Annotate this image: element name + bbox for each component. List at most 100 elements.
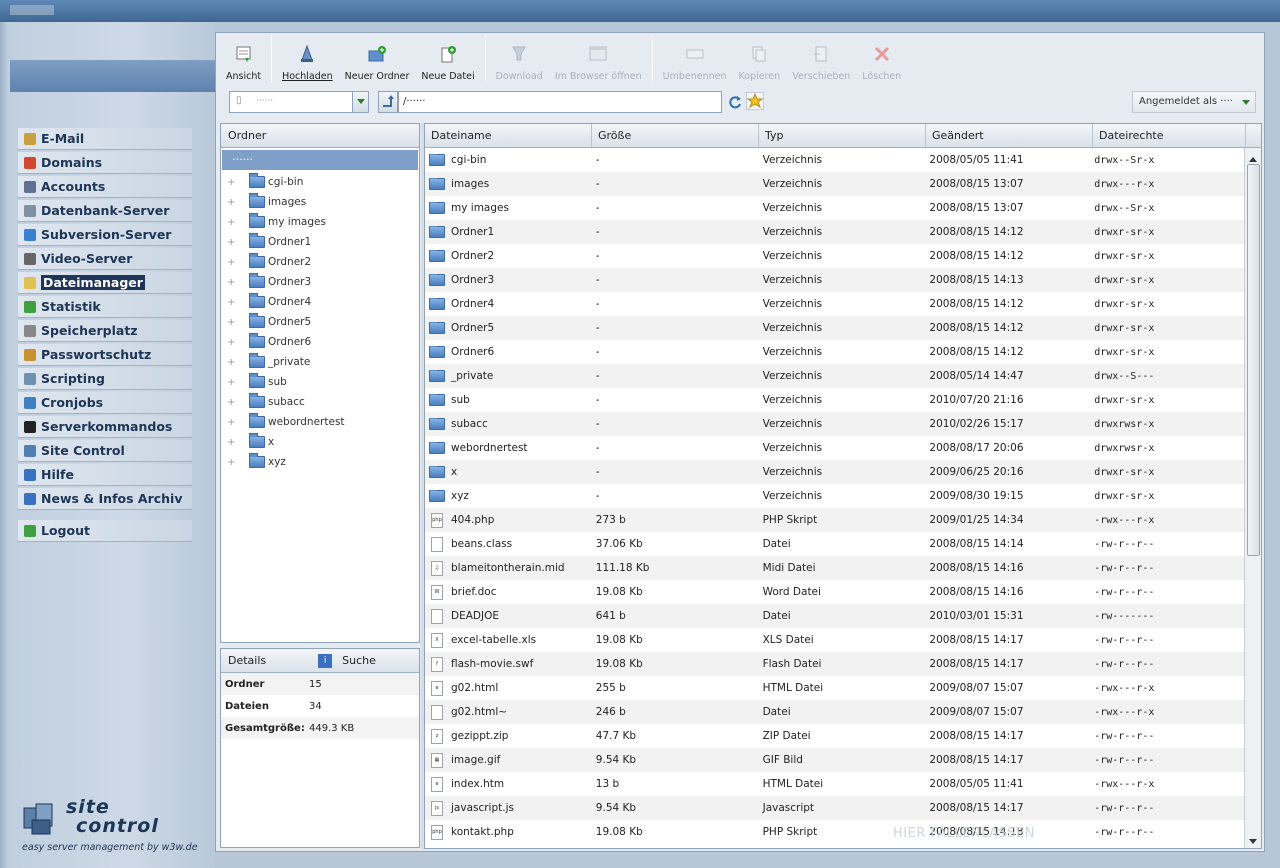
new-folder-button[interactable]: Neuer Ordner (339, 35, 416, 85)
column-header-5[interactable]: Dateirechte (1093, 124, 1246, 147)
sidebar-item-video-server[interactable]: Video-Server (18, 248, 192, 270)
download-button[interactable]: Download (490, 35, 549, 85)
expand-icon[interactable]: + (227, 237, 241, 248)
table-row[interactable]: webordnertest - Verzeichnis 2008/08/17 20:0… (425, 436, 1245, 460)
table-row[interactable]: php kontakt.php 19.08 Kb PHP Skript 2008/08/… (425, 820, 1245, 844)
sidebar-item-datenbank-server[interactable]: Datenbank-Server (18, 200, 192, 222)
tree-node[interactable]: + Ordner4 (221, 292, 419, 312)
view-button[interactable]: Ansicht (220, 35, 267, 85)
sidebar-item-news-infos-archiv[interactable]: News & Infos Archiv (18, 488, 192, 510)
expand-icon[interactable]: + (227, 417, 241, 428)
open-in-browser-button[interactable]: Im Browser öffnen (549, 35, 648, 85)
expand-icon[interactable]: + (227, 337, 241, 348)
parent-folder-button[interactable] (378, 91, 398, 113)
expand-icon[interactable]: + (227, 277, 241, 288)
delete-button[interactable]: Löschen (856, 35, 907, 85)
column-header-3[interactable]: Typ (759, 124, 926, 147)
table-row[interactable]: cgi-bin - Verzeichnis 2008/05/05 11:41 drwx-… (425, 148, 1245, 172)
scroll-down-icon[interactable] (1247, 836, 1259, 848)
expand-icon[interactable]: + (227, 317, 241, 328)
expand-icon[interactable]: + (227, 397, 241, 408)
domain-select[interactable]: ▯ ‧‧‧‧‧‧ (229, 91, 369, 113)
table-row[interactable]: images - Verzeichnis 2008/08/15 13:07 drwx--… (425, 172, 1245, 196)
tree-root-node[interactable]: ‧‧‧‧‧‧ (222, 150, 418, 170)
sidebar-item-domains[interactable]: Domains (18, 152, 192, 174)
expand-icon[interactable]: + (227, 377, 241, 388)
table-row[interactable]: Ordner2 - Verzeichnis 2008/08/15 14:12 drwxr… (425, 244, 1245, 268)
table-row[interactable]: DEADJOE 641 b Datei 2010/03/01 15:31 -rw----… (425, 604, 1245, 628)
expand-icon[interactable]: + (227, 217, 241, 228)
tree-node[interactable]: + cgi-bin (221, 172, 419, 192)
tree-node[interactable]: + Ordner2 (221, 252, 419, 272)
tree-node[interactable]: + Ordner3 (221, 272, 419, 292)
sidebar-item-accounts[interactable]: Accounts (18, 176, 192, 198)
tree-node[interactable]: + subacc (221, 392, 419, 412)
expand-icon[interactable]: + (227, 257, 241, 268)
sidebar-item-logout[interactable]: Logout (18, 520, 192, 542)
tab-search[interactable]: Suche (342, 654, 376, 667)
table-row[interactable]: x - Verzeichnis 2009/06/25 20:16 drwxr-sr-x (425, 460, 1245, 484)
tree-node[interactable]: + xyz (221, 452, 419, 472)
table-row[interactable]: ♫ blameitontherain.mid 111.18 Kb Midi Datei… (425, 556, 1245, 580)
table-row[interactable]: z gezippt.zip 47.7 Kb ZIP Datei 2008/08/15 1… (425, 724, 1245, 748)
tree-node[interactable]: + Ordner1 (221, 232, 419, 252)
table-row[interactable]: e g02.html 255 b HTML Datei 2009/08/07 15:07… (425, 676, 1245, 700)
scroll-thumb[interactable] (1247, 164, 1260, 556)
new-file-button[interactable]: Neue Datei (415, 35, 480, 85)
table-row[interactable]: Ordner6 - Verzeichnis 2008/08/15 14:12 drwxr… (425, 340, 1245, 364)
table-row[interactable]: my images - Verzeichnis 2008/08/15 13:07 drw… (425, 196, 1245, 220)
table-row[interactable]: g02.html~ 246 b Datei 2009/08/07 15:07 -rwx-… (425, 700, 1245, 724)
sidebar-item-passwortschutz[interactable]: Passwortschutz (18, 344, 192, 366)
rename-button[interactable]: Umbenennen (657, 35, 733, 85)
path-input[interactable]: /‧‧‧‧‧‧ (398, 91, 722, 113)
sidebar-item-site-control[interactable]: Site Control (18, 440, 192, 462)
tree-node[interactable]: + my images (221, 212, 419, 232)
tree-node[interactable]: + x (221, 432, 419, 452)
sidebar-item-serverkommandos[interactable]: Serverkommandos (18, 416, 192, 438)
column-header-2[interactable]: Größe (592, 124, 759, 147)
upload-button[interactable]: Hochladen (276, 35, 339, 85)
table-row[interactable]: beans.class 37.06 Kb Datei 2008/08/15 14:14… (425, 532, 1245, 556)
column-header-4[interactable]: Geändert (926, 124, 1093, 147)
refresh-icon[interactable] (726, 93, 744, 111)
sidebar-item-hilfe[interactable]: Hilfe (18, 464, 192, 486)
sidebar-item-cronjobs[interactable]: Cronjobs (18, 392, 192, 414)
table-row[interactable]: js javascript.js 9.54 Kb Javascript 2008/08/… (425, 796, 1245, 820)
tree-node[interactable]: + images (221, 192, 419, 212)
login-status-menu[interactable]: Angemeldet als ‧‧‧‧ (1132, 91, 1256, 113)
table-row[interactable]: subacc - Verzeichnis 2010/02/26 15:17 drwxrw… (425, 412, 1245, 436)
table-row[interactable]: f flash-movie.swf 19.08 Kb Flash Datei 2008/… (425, 652, 1245, 676)
tree-node[interactable]: + webordnertest (221, 412, 419, 432)
sidebar-item-subversion-server[interactable]: Subversion-Server (18, 224, 192, 246)
table-row[interactable]: Ordner1 - Verzeichnis 2008/08/15 14:12 drwxr… (425, 220, 1245, 244)
expand-icon[interactable]: + (227, 297, 241, 308)
table-row[interactable]: Ordner5 - Verzeichnis 2008/08/15 14:12 drwxr… (425, 316, 1245, 340)
sidebar-item-speicherplatz[interactable]: Speicherplatz (18, 320, 192, 342)
table-row[interactable]: _private - Verzeichnis 2008/05/14 14:47 drwx… (425, 364, 1245, 388)
expand-icon[interactable]: + (227, 457, 241, 468)
tree-node[interactable]: + Ordner6 (221, 332, 419, 352)
table-row[interactable]: php 404.php 273 b PHP Skript 2009/01/25 14:3… (425, 508, 1245, 532)
table-row[interactable]: Xexcel-tabelle.xls 19.08 Kb XLS Datei 2008/… (425, 628, 1245, 652)
chevron-down-icon[interactable] (352, 92, 368, 112)
expand-icon[interactable]: + (227, 197, 241, 208)
table-row[interactable]: e index.htm 13 b HTML Datei 2008/05/05 11:41… (425, 772, 1245, 796)
tree-node[interactable]: + Ordner5 (221, 312, 419, 332)
move-button[interactable]: Verschieben (786, 35, 856, 85)
expand-icon[interactable]: + (227, 437, 241, 448)
sidebar-item-scripting[interactable]: Scripting (18, 368, 192, 390)
table-row[interactable]: Ordner3 - Verzeichnis 2008/08/15 14:13 drwxr… (425, 268, 1245, 292)
sidebar-item-dateimanager[interactable]: Dateimanager (18, 272, 192, 294)
table-row[interactable]: sub - Verzeichnis 2010/07/20 21:16 drwxr-sr-… (425, 388, 1245, 412)
table-row[interactable]: ▦ image.gif 9.54 Kb GIF Bild 2008/08/15 14:1… (425, 748, 1245, 772)
vertical-scrollbar[interactable] (1244, 148, 1261, 848)
expand-icon[interactable]: + (227, 177, 241, 188)
column-header-1[interactable]: Dateiname (425, 124, 592, 147)
tree-node[interactable]: + sub (221, 372, 419, 392)
tree-node[interactable]: + _private (221, 352, 419, 372)
table-row[interactable]: Ordner4 - Verzeichnis 2008/08/15 14:12 drwxr… (425, 292, 1245, 316)
expand-icon[interactable]: + (227, 357, 241, 368)
favorite-star-icon[interactable] (746, 92, 764, 110)
sidebar-item-statistik[interactable]: Statistik (18, 296, 192, 318)
table-row[interactable]: Wbrief.doc 19.08 Kb Word Datei 2008/08/15 1… (425, 580, 1245, 604)
